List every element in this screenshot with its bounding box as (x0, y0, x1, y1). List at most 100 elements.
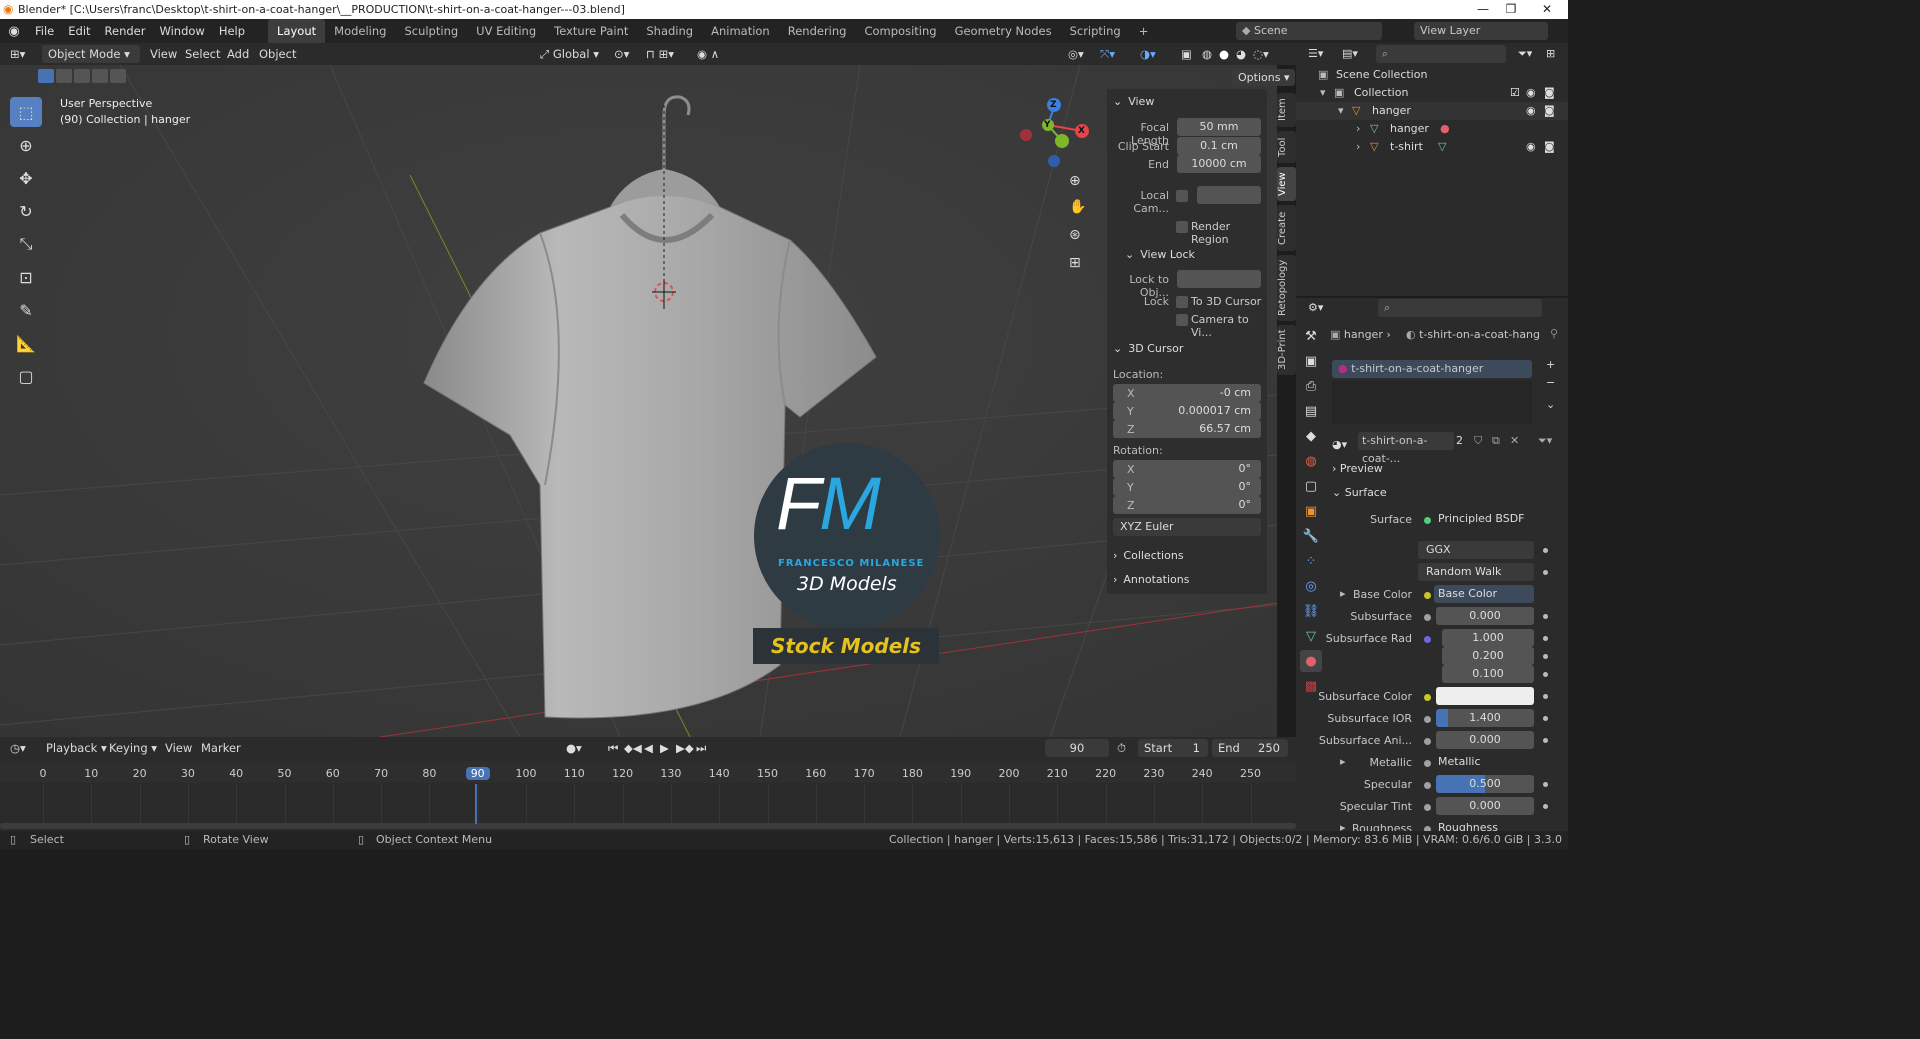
pin-icon[interactable]: ⚲ (1550, 327, 1558, 340)
constraints-tab-icon[interactable]: ⛓ (1300, 600, 1322, 622)
pan-hand-icon[interactable]: ✋ (1069, 199, 1086, 215)
select-extend-icon[interactable] (56, 69, 72, 83)
timeline-track-area[interactable] (0, 783, 1296, 825)
view-layer-tab-icon[interactable]: ▤ (1300, 400, 1322, 422)
tab-tool[interactable]: Tool (1277, 131, 1296, 163)
menu-playback[interactable]: Playback ▾ (46, 739, 107, 757)
outliner-search-input[interactable]: ⌕ (1376, 45, 1506, 63)
tab-view[interactable]: View (1277, 167, 1296, 201)
menu-object[interactable]: Object (259, 45, 296, 63)
select-box-tool-icon[interactable]: ⬚ (10, 97, 42, 127)
tab-modeling[interactable]: Modeling (325, 19, 395, 43)
transform-orientation[interactable]: ⤢ Global ▾ (540, 45, 599, 63)
subsurface-radius-y-field[interactable]: 0.200 (1442, 647, 1534, 665)
tab-geometry-nodes[interactable]: Geometry Nodes (946, 19, 1061, 43)
tab-retopology[interactable]: Retopology (1277, 255, 1296, 321)
specular-field[interactable]: 0.500 (1436, 775, 1534, 793)
properties-editor-icon[interactable]: ⚙▾ (1308, 301, 1323, 314)
xray-icon[interactable]: ▣ (1181, 45, 1192, 63)
keyframe-dot[interactable] (1543, 570, 1548, 575)
tab-uv-editing[interactable]: UV Editing (467, 19, 545, 43)
properties-search-input[interactable]: ⌕ (1378, 299, 1542, 317)
pivot-icon[interactable]: ⊙▾ (614, 45, 629, 63)
menu-file[interactable]: File (28, 19, 61, 43)
cursor-loc-x-field[interactable]: -0 cm (1113, 384, 1261, 402)
keyframe-dot[interactable] (1543, 614, 1548, 619)
render-region-checkbox[interactable] (1176, 221, 1188, 233)
next-keyframe-icon[interactable]: ▶◆ (676, 739, 694, 757)
local-camera-field[interactable] (1197, 186, 1261, 204)
keyframe-dot[interactable] (1543, 716, 1548, 721)
record-button-icon[interactable]: ●▾ (566, 739, 582, 757)
scale-tool-icon[interactable]: ⤡ (10, 229, 42, 259)
tab-texture-paint[interactable]: Texture Paint (545, 19, 637, 43)
tab-rendering[interactable]: Rendering (779, 19, 856, 43)
annotations-header[interactable]: › Annotations (1113, 573, 1189, 586)
object-tab-icon[interactable]: ▣ (1300, 500, 1322, 522)
tab-3d-print[interactable]: 3D-Print (1277, 325, 1296, 375)
subsurface-ior-field[interactable]: 1.400 (1436, 709, 1534, 727)
keyframe-dot[interactable] (1543, 548, 1548, 553)
menu-window[interactable]: Window (152, 19, 211, 43)
visibility-icon[interactable]: ◎▾ (1068, 45, 1084, 63)
snap-icon[interactable]: ⊓ ⊞▾ (646, 45, 674, 63)
tab-scripting[interactable]: Scripting (1061, 19, 1130, 43)
link-filter-icon[interactable]: ⏷▾ (1538, 434, 1552, 448)
keyframe-dot[interactable] (1543, 804, 1548, 809)
collections-header[interactable]: › Collections (1113, 549, 1184, 562)
wireframe-shading-icon[interactable]: ◍ (1202, 45, 1212, 63)
timeline-scrollbar[interactable] (0, 823, 1296, 829)
subsurface-color-swatch[interactable] (1436, 687, 1534, 705)
modifier-tab-icon[interactable]: 🔧 (1300, 525, 1322, 547)
add-workspace-icon[interactable]: + (1130, 19, 1158, 43)
3d-cursor-header[interactable]: ⌄ 3D Cursor (1113, 342, 1183, 355)
outliner-editor-icon[interactable]: ☰▾ (1308, 47, 1323, 60)
surface-shader-field[interactable]: Principled BSDF (1434, 510, 1534, 528)
material-name-field[interactable]: t-shirt-on-a-coat-... (1358, 432, 1454, 465)
tab-compositing[interactable]: Compositing (855, 19, 945, 43)
expand-icon[interactable]: › (1356, 138, 1360, 156)
annotate-tool-icon[interactable]: ✎ (10, 295, 42, 325)
remove-slot-icon[interactable]: − (1546, 376, 1555, 389)
expand-icon[interactable]: ▾ (1338, 102, 1344, 120)
new-collection-icon[interactable]: ⊞ (1546, 47, 1555, 60)
clip-start-field[interactable]: 0.1 cm (1177, 137, 1261, 155)
timeline-editor-icon[interactable]: ◷▾ (10, 739, 26, 757)
keyframe-dot[interactable] (1543, 738, 1548, 743)
menu-select[interactable]: Select (185, 45, 220, 63)
options-dropdown[interactable]: Options ▾ (1232, 69, 1296, 86)
add-slot-icon[interactable]: + (1546, 358, 1555, 371)
tab-create[interactable]: Create (1277, 205, 1296, 251)
overlay-icon[interactable]: ◑▾ (1140, 45, 1156, 63)
specular-tint-field[interactable]: 0.000 (1436, 797, 1534, 815)
render-camera-icon[interactable]: ◙ (1544, 84, 1555, 102)
measure-tool-icon[interactable]: 📐 (10, 328, 42, 358)
menu-keying[interactable]: Keying ▾ (109, 739, 157, 757)
subsurface-radius-z-field[interactable]: 0.100 (1442, 665, 1534, 683)
scene-tab-icon[interactable]: ◆ (1300, 425, 1322, 447)
cursor-rot-y-field[interactable]: 0° (1113, 478, 1261, 496)
eye-icon[interactable]: ◉ (1526, 102, 1536, 120)
menu-render[interactable]: Render (98, 19, 153, 43)
render-tab-icon[interactable]: ▣ (1300, 350, 1322, 372)
scene-selector[interactable]: ◆ Scene (1236, 22, 1382, 40)
menu-help[interactable]: Help (212, 19, 252, 43)
rendered-shading-icon[interactable]: ◌▾ (1253, 45, 1269, 63)
menu-timeline-view[interactable]: View (165, 739, 192, 757)
lock-to-object-field[interactable] (1177, 270, 1261, 288)
local-camera-checkbox[interactable] (1176, 190, 1188, 202)
duplicate-material-icon[interactable]: ⧉ (1492, 434, 1500, 448)
subsurface-anisotropy-field[interactable]: 0.000 (1436, 731, 1534, 749)
view-section-header[interactable]: ⌄ View (1113, 95, 1154, 108)
collection-tab-icon[interactable]: ▢ (1300, 475, 1322, 497)
view-layer-selector[interactable]: View Layer (1414, 22, 1548, 40)
render-camera-icon[interactable]: ◙ (1544, 102, 1555, 120)
data-tab-icon[interactable]: ▽ (1300, 625, 1322, 647)
play-reverse-icon[interactable]: ◀ (644, 739, 653, 757)
physics-tab-icon[interactable]: ◎ (1300, 575, 1322, 597)
cursor-rot-x-field[interactable]: 0° (1113, 460, 1261, 478)
add-cube-tool-icon[interactable]: ▢ (10, 361, 42, 391)
subsurface-radius-x-field[interactable]: 1.000 (1442, 629, 1534, 647)
subsurface-field[interactable]: 0.000 (1436, 607, 1534, 625)
lock-to-cursor-checkbox[interactable] (1176, 296, 1188, 308)
